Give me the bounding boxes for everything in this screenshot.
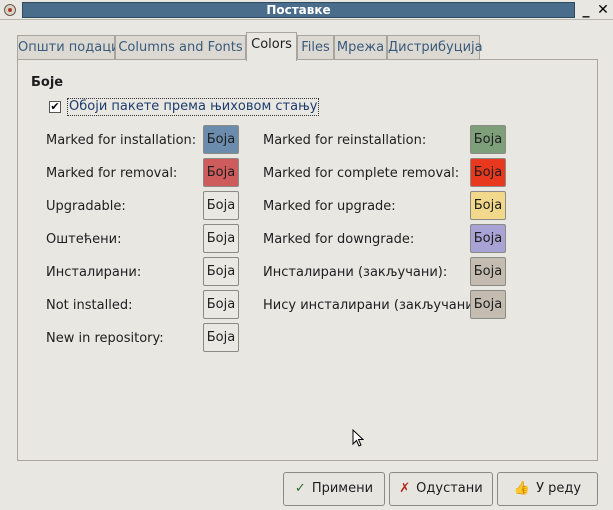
color-button-upgradable[interactable]: Боја bbox=[203, 191, 239, 220]
tab-general[interactable]: Општи подаци bbox=[17, 35, 120, 60]
color-button-marked-removal[interactable]: Боја bbox=[203, 158, 239, 187]
tab-network[interactable]: Мрежа bbox=[334, 35, 387, 60]
label-not-installed: Not installed: bbox=[46, 298, 133, 313]
thumbs-up-icon: 👍 bbox=[513, 481, 531, 496]
label-installed: Инсталирани: bbox=[46, 265, 142, 280]
color-button-marked-complete-removal[interactable]: Боја bbox=[470, 158, 506, 187]
tab-colors[interactable]: Colors bbox=[246, 32, 297, 61]
color-button-marked-install[interactable]: Боја bbox=[203, 125, 239, 154]
label-marked-complete-removal: Marked for complete removal: bbox=[263, 166, 460, 181]
tab-columns-fonts[interactable]: Columns and Fonts bbox=[115, 35, 246, 60]
app-icon[interactable] bbox=[3, 3, 17, 17]
label-broken: Оштећени: bbox=[46, 232, 122, 247]
checkmark-icon: ✓ bbox=[294, 481, 306, 496]
ok-button-label: У реду bbox=[536, 481, 582, 496]
color-button-new-in-repository[interactable]: Боја bbox=[203, 323, 239, 352]
mouse-pointer-icon bbox=[352, 429, 364, 447]
label-marked-reinstall: Marked for reinstallation: bbox=[263, 133, 427, 148]
label-not-installed-locked: Нису инсталирани (закључани): bbox=[263, 298, 484, 313]
color-button-broken[interactable]: Боја bbox=[203, 224, 239, 253]
label-marked-upgrade: Marked for upgrade: bbox=[263, 199, 396, 214]
color-button-marked-reinstall[interactable]: Боја bbox=[470, 125, 506, 154]
color-button-marked-upgrade[interactable]: Боја bbox=[470, 191, 506, 220]
colors-panel: Боје ✔ Обоји пакете према њиховом стању … bbox=[17, 59, 598, 461]
cancel-x-icon: ✗ bbox=[399, 481, 411, 496]
color-packages-label[interactable]: Обоји пакете према њиховом стању bbox=[67, 98, 320, 116]
label-marked-downgrade: Marked for downgrade: bbox=[263, 232, 415, 247]
tab-distribution[interactable]: Дистрибуција bbox=[387, 35, 483, 60]
window-title: Поставке bbox=[22, 2, 575, 18]
color-button-installed[interactable]: Боја bbox=[203, 257, 239, 286]
apply-button[interactable]: ✓ Примени bbox=[283, 472, 385, 506]
section-title: Боје bbox=[31, 75, 64, 90]
color-button-not-installed[interactable]: Боја bbox=[203, 290, 239, 319]
tab-files[interactable]: Files bbox=[297, 35, 334, 60]
title-bar: Поставке _ ✕ bbox=[0, 0, 613, 20]
label-installed-locked: Инсталирани (закључани): bbox=[263, 265, 448, 280]
cancel-button-label: Одустани bbox=[416, 481, 483, 496]
color-button-not-installed-locked[interactable]: Боја bbox=[470, 290, 506, 319]
label-marked-removal: Marked for removal: bbox=[46, 166, 178, 181]
apply-button-label: Примени bbox=[311, 481, 374, 496]
color-button-installed-locked[interactable]: Боја bbox=[470, 257, 506, 286]
cancel-button[interactable]: ✗ Одустани bbox=[389, 472, 493, 506]
color-button-marked-downgrade[interactable]: Боја bbox=[470, 224, 506, 253]
close-button[interactable]: ✕ bbox=[595, 2, 611, 18]
label-upgradable: Upgradable: bbox=[46, 199, 126, 214]
minimize-button[interactable]: _ bbox=[578, 2, 594, 18]
label-marked-install: Marked for installation: bbox=[46, 133, 197, 148]
label-new-in-repository: New in repository: bbox=[46, 331, 164, 346]
color-packages-checkbox[interactable]: ✔ bbox=[49, 101, 61, 113]
ok-button[interactable]: 👍 У реду bbox=[497, 472, 598, 506]
